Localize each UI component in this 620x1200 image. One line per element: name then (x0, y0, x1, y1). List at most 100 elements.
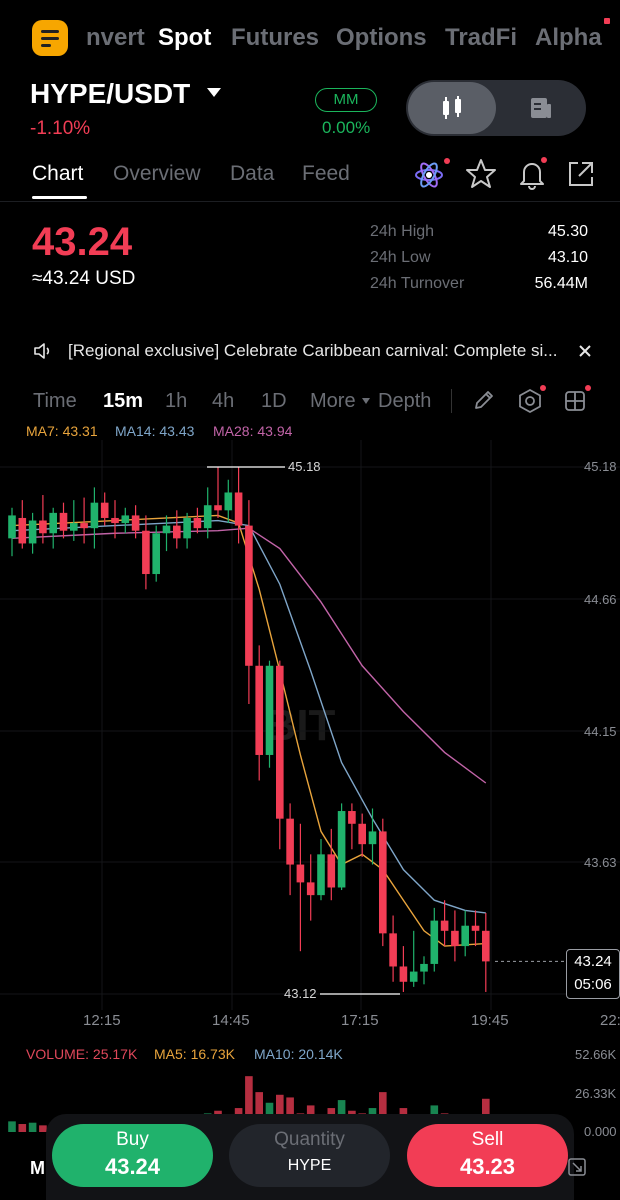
interval-time[interactable]: Time (33, 390, 77, 413)
indicator-settings-icon[interactable] (517, 388, 543, 414)
current-price-tag[interactable]: 43.24 05:06 (566, 949, 620, 999)
candle-body (142, 530, 150, 575)
candle-body (399, 966, 408, 982)
tab-spot[interactable]: Spot (158, 24, 211, 52)
ai-atom-icon[interactable] (412, 158, 446, 192)
candle-body (121, 515, 130, 524)
candle-body (111, 517, 119, 524)
stat-value-high: 45.30 (547, 223, 588, 240)
tab-futures[interactable]: Futures (231, 24, 319, 52)
interval-more[interactable]: More (310, 390, 356, 413)
tab-options[interactable]: Options (336, 24, 427, 52)
x-tick-label: 19:45 (471, 1012, 509, 1029)
ma7-legend: MA7: 43.31 (26, 423, 98, 439)
quantity-label: Quantity (274, 1129, 345, 1150)
more-dropdown-icon[interactable] (362, 398, 370, 404)
candle-body (8, 515, 16, 539)
candle-body (80, 523, 88, 529)
active-tab-indicator (32, 196, 87, 199)
ma14-legend: MA14: 43.43 (115, 423, 195, 439)
tab-alpha[interactable]: Alpha (535, 24, 602, 52)
interval-1d[interactable]: 1D (261, 390, 287, 413)
candle-body (471, 925, 480, 931)
favorite-star-icon[interactable] (464, 157, 498, 191)
candle-body (18, 517, 27, 544)
y-tick-label: 44.15 (584, 724, 617, 739)
interval-4h[interactable]: 4h (212, 390, 234, 413)
share-icon[interactable] (564, 157, 598, 191)
candle-body (193, 517, 202, 529)
candle-body (317, 854, 325, 896)
bottom-left-label[interactable]: M (30, 1158, 45, 1179)
buy-label: Buy (116, 1129, 149, 1150)
mm-badge[interactable]: MM (315, 88, 377, 112)
candle-body (451, 930, 459, 947)
candle-body (440, 920, 449, 931)
candle-body (162, 525, 171, 534)
low-annotation: 43.12 (284, 986, 317, 1001)
ma28-legend: MA28: 43.94 (213, 423, 293, 439)
expand-icon[interactable] (568, 1158, 586, 1176)
candle-body (286, 818, 294, 865)
stat-label-high: 24h High (370, 223, 435, 240)
candle-body (389, 933, 397, 967)
watermark-text: BIT (265, 701, 336, 750)
candle-body (482, 930, 490, 962)
candle-body (265, 665, 274, 755)
candle-body (152, 533, 160, 575)
buy-price: 43.24 (104, 1154, 161, 1179)
pair-change: -1.10% (30, 118, 91, 139)
sell-button[interactable]: Sell 43.23 (407, 1124, 568, 1187)
candle-body (420, 963, 428, 972)
volume-bar (28, 1122, 37, 1132)
speaker-icon (34, 343, 50, 359)
candle-body (49, 512, 57, 534)
pair-title[interactable]: HYPE/USDT (30, 78, 190, 110)
pair-dropdown-icon[interactable] (207, 88, 221, 97)
orderbook-mode-icon[interactable] (528, 95, 554, 121)
vol-y-tick: 0.000 (584, 1124, 617, 1139)
y-tick-label: 45.18 (584, 459, 617, 474)
tab-chart[interactable]: Chart (32, 162, 83, 186)
interval-15m[interactable]: 15m (103, 390, 143, 413)
candle-body (70, 523, 78, 531)
vol-y-tick: 26.33K (575, 1086, 617, 1101)
close-icon[interactable] (577, 343, 593, 359)
draw-pencil-icon[interactable] (472, 388, 496, 412)
quantity-field[interactable]: Quantity HYPE (229, 1124, 390, 1187)
announcement-text[interactable]: [Regional exclusive] Celebrate Caribbean… (68, 341, 557, 361)
price-chart[interactable]: BIT (0, 440, 620, 1010)
indicator-badge-dot (540, 385, 546, 391)
layout-badge-dot (585, 385, 591, 391)
candle-body (276, 665, 284, 819)
candle-body (203, 505, 212, 529)
buy-button[interactable]: Buy 43.24 (52, 1124, 213, 1187)
candle-body (368, 831, 377, 845)
chart-mode-toggle[interactable] (406, 80, 586, 136)
candlestick-mode-icon[interactable] (438, 94, 466, 122)
layout-grid-icon[interactable] (563, 389, 587, 413)
candle-body (28, 520, 37, 544)
usd-price: ≈43.24 USD (32, 268, 136, 289)
candle-body (173, 525, 181, 539)
candle-body (430, 920, 439, 964)
volume-bar (8, 1121, 16, 1132)
candle-body (100, 502, 109, 518)
tab-data[interactable]: Data (230, 162, 274, 186)
candle-body (461, 925, 469, 947)
menu-logo-icon[interactable] (32, 20, 68, 56)
candle-body (306, 882, 315, 896)
interval-depth[interactable]: Depth (378, 390, 431, 413)
tab-convert[interactable]: nvert (86, 24, 145, 52)
last-price: 43.24 (32, 220, 133, 264)
high-annotation: 45.18 (288, 459, 321, 474)
candle-body (234, 492, 243, 526)
candle-body (59, 512, 68, 531)
candle-body (296, 864, 305, 883)
y-tick-label: 43.63 (584, 855, 617, 870)
interval-1h[interactable]: 1h (165, 390, 187, 413)
tab-tradfi[interactable]: TradFi (445, 24, 517, 52)
candle-body (327, 854, 336, 888)
tab-overview[interactable]: Overview (113, 162, 201, 186)
tab-feed[interactable]: Feed (302, 162, 350, 186)
